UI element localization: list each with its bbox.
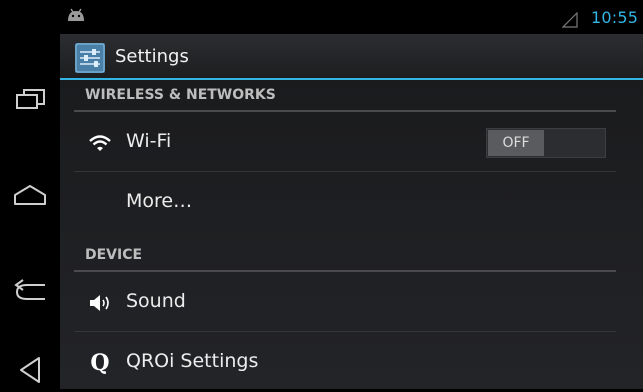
settings-item-sound[interactable]: Sound	[74, 273, 616, 332]
section-header-device: DEVICE	[74, 240, 616, 272]
back-icon	[14, 279, 45, 300]
home-icon	[14, 185, 46, 205]
back-button[interactable]	[8, 270, 52, 314]
action-bar: Settings	[60, 34, 643, 80]
section-header-label: DEVICE	[85, 247, 143, 263]
settings-item-qroi[interactable]: Q QROi Settings	[74, 333, 616, 392]
sound-icon	[88, 292, 112, 314]
qroi-icon: Q	[90, 350, 110, 376]
settings-item-label: More…	[126, 190, 193, 212]
home-button[interactable]	[8, 173, 52, 217]
settings-item-wifi[interactable]: Wi-Fi OFF	[74, 113, 616, 172]
settings-item-label: QROi Settings	[126, 350, 259, 372]
section-header-wireless: WIRELESS & NETWORKS	[74, 80, 616, 112]
navigation-bar	[0, 0, 60, 389]
menu-icon	[20, 357, 40, 383]
recent-apps-button[interactable]	[8, 77, 52, 121]
page-title: Settings	[115, 46, 189, 67]
settings-app-icon[interactable]	[75, 43, 105, 73]
status-bar: 10:55	[60, 0, 643, 34]
wifi-icon	[88, 132, 112, 154]
settings-item-label: Wi-Fi	[126, 130, 172, 152]
section-header-label: WIRELESS & NETWORKS	[85, 87, 276, 103]
settings-item-more[interactable]: More…	[74, 173, 616, 232]
settings-item-label: Sound	[126, 290, 186, 312]
toggle-state-label: OFF	[488, 130, 544, 156]
wifi-toggle[interactable]: OFF	[486, 128, 606, 158]
recent-apps-icon	[16, 89, 45, 109]
clock: 10:55	[591, 8, 639, 27]
android-icon	[68, 8, 84, 21]
settings-list: WIRELESS & NETWORKS Wi-Fi OFF More… DEVI…	[60, 80, 643, 389]
menu-button[interactable]	[8, 348, 52, 392]
signal-icon	[562, 12, 578, 28]
